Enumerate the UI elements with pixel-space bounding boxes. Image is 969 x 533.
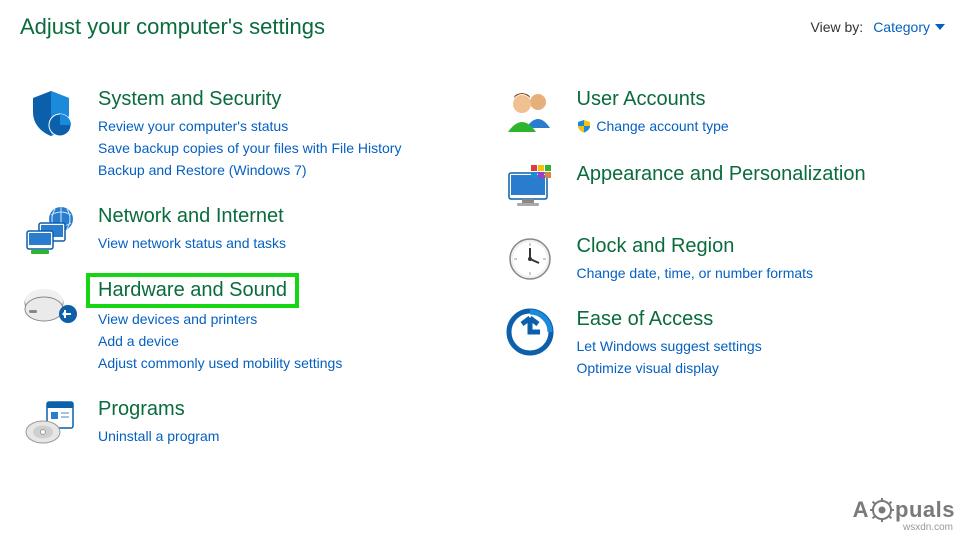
watermark-suffix: puals xyxy=(895,497,955,523)
ease-of-access-icon xyxy=(501,308,559,356)
ease-link[interactable]: Optimize visual display xyxy=(577,357,762,379)
appearance-title[interactable]: Appearance and Personalization xyxy=(577,163,866,186)
system-security-title[interactable]: System and Security xyxy=(98,88,281,111)
users-link[interactable]: Change account type xyxy=(577,115,729,139)
hardware-link[interactable]: View devices and printers xyxy=(98,308,342,330)
chevron-down-icon xyxy=(935,24,945,30)
hardware-sound-title[interactable]: Hardware and Sound xyxy=(86,273,299,308)
network-internet-icon xyxy=(22,205,80,255)
uac-shield-icon xyxy=(577,117,591,139)
system-link[interactable]: Backup and Restore (Windows 7) xyxy=(98,159,401,181)
system-security-icon xyxy=(22,88,80,138)
user-accounts-icon xyxy=(501,88,559,136)
users-link-label: Change account type xyxy=(596,118,728,134)
watermark-prefix: A xyxy=(853,497,869,523)
user-accounts-title[interactable]: User Accounts xyxy=(577,88,706,111)
hardware-sound-icon xyxy=(22,279,80,327)
viewby-label: View by: xyxy=(811,19,864,35)
ease-link[interactable]: Let Windows suggest settings xyxy=(577,335,762,357)
programs-icon xyxy=(22,398,80,446)
watermark: A puals xyxy=(853,497,955,523)
programs-title[interactable]: Programs xyxy=(98,398,185,421)
hardware-link[interactable]: Add a device xyxy=(98,330,342,352)
appearance-icon xyxy=(501,163,559,211)
programs-link[interactable]: Uninstall a program xyxy=(98,425,219,447)
clock-link[interactable]: Change date, time, or number formats xyxy=(577,262,814,284)
clock-region-icon xyxy=(501,235,559,283)
source-line: wsxdn.com xyxy=(903,522,953,533)
gear-icon xyxy=(870,498,894,522)
network-link[interactable]: View network status and tasks xyxy=(98,232,286,254)
clock-region-title[interactable]: Clock and Region xyxy=(577,235,735,258)
system-link[interactable]: Review your computer's status xyxy=(98,115,401,137)
viewby-value: Category xyxy=(873,19,930,35)
system-link[interactable]: Save backup copies of your files with Fi… xyxy=(98,137,401,159)
ease-of-access-title[interactable]: Ease of Access xyxy=(577,308,714,331)
hardware-link[interactable]: Adjust commonly used mobility settings xyxy=(98,352,342,374)
network-internet-title[interactable]: Network and Internet xyxy=(98,205,284,228)
page-title: Adjust your computer's settings xyxy=(20,14,325,40)
viewby-dropdown[interactable]: Category xyxy=(873,19,945,35)
